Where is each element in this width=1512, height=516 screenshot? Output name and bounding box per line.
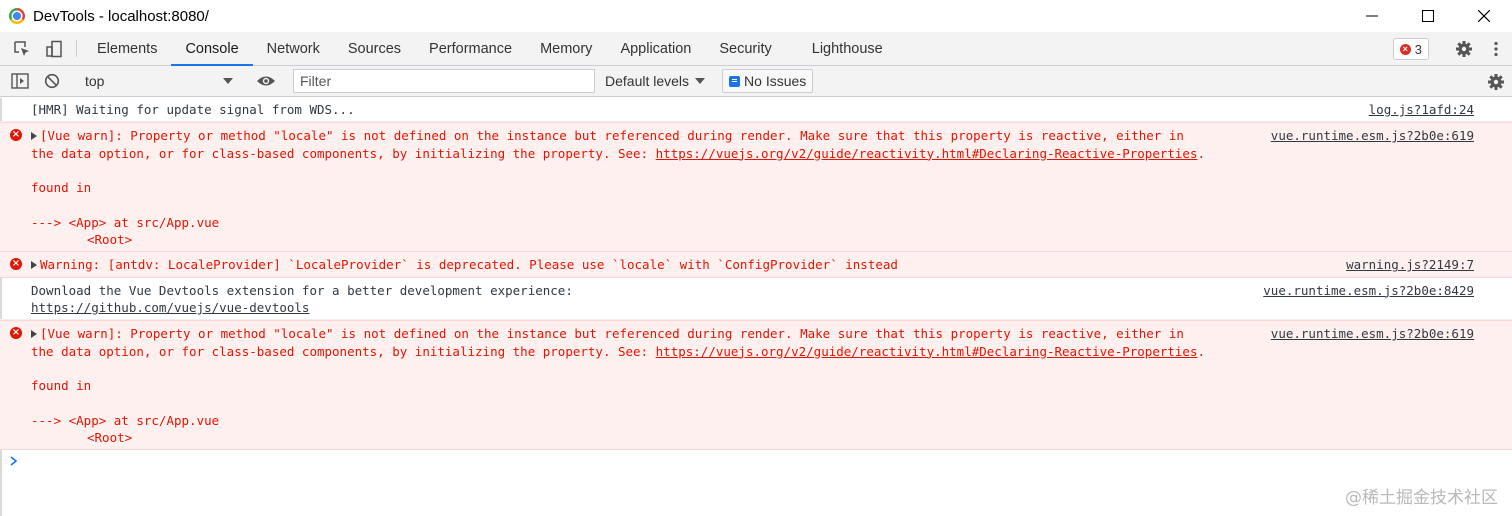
eye-icon (257, 76, 275, 86)
source-link[interactable]: warning.js?2149:7 (1340, 256, 1474, 274)
tab-application[interactable]: Application (606, 32, 705, 65)
devtools-link[interactable]: https://github.com/vuejs/vue-devtools (31, 300, 309, 315)
show-sidebar-button[interactable] (4, 73, 36, 89)
error-icon: × (10, 258, 22, 271)
error-icon: × (10, 129, 22, 142)
expand-triangle-icon[interactable] (31, 330, 37, 339)
inspect-cursor-icon (14, 40, 29, 56)
docs-link[interactable]: https://vuejs.org/v2/guide/reactivity.ht… (656, 146, 1198, 161)
kebab-menu-icon (1494, 41, 1498, 57)
console-settings-button[interactable] (1480, 73, 1512, 91)
inspect-element-button[interactable] (6, 32, 38, 65)
error-count-badge[interactable]: × 3 (1392, 38, 1429, 60)
close-button[interactable] (1456, 0, 1512, 32)
minimize-button[interactable] (1344, 0, 1400, 32)
log-levels-dropdown[interactable]: Default levels (605, 73, 706, 89)
source-link[interactable]: log.js?1afd:24 (1363, 101, 1474, 118)
watermark: @稀土掘金技术社区 (1345, 488, 1498, 508)
console-message-error: × [Vue warn]: Property or method "locale… (0, 320, 1512, 451)
component-trace: ---> <App> at src/App.vue (31, 412, 220, 428)
live-expression-button[interactable] (250, 74, 282, 88)
console-message-log: [HMR] Waiting for update signal from WDS… (0, 97, 1512, 123)
console-prompt-input[interactable] (0, 450, 1512, 472)
expand-triangle-icon[interactable] (31, 132, 37, 141)
more-options-button[interactable] (1480, 41, 1512, 57)
docs-link[interactable]: https://vuejs.org/v2/guide/reactivity.ht… (656, 344, 1198, 359)
console-message-log: Download the Vue Devtools extension for … (0, 278, 1512, 321)
message-text: found in (31, 180, 92, 196)
maximize-button[interactable] (1400, 0, 1456, 32)
window-titlebar: DevTools - localhost:8080/ (0, 0, 1512, 32)
tab-lighthouse[interactable]: Lighthouse (798, 32, 897, 65)
issues-icon (729, 75, 741, 87)
tab-performance[interactable]: Performance (415, 32, 526, 65)
tab-elements[interactable]: Elements (83, 32, 171, 65)
console-toolbar: top Filter Default levels No Issues (0, 66, 1512, 97)
message-text: Warning: [antdv: LocaleProvider] `Locale… (40, 257, 898, 273)
prompt-chevron-icon (10, 456, 18, 466)
context-select[interactable]: top (77, 70, 241, 92)
message-text: [HMR] Waiting for update signal from WDS… (31, 102, 355, 117)
filter-placeholder: Filter (300, 73, 332, 89)
message-text: [Vue warn]: Property or method "locale" … (40, 128, 1184, 144)
source-link[interactable]: vue.runtime.esm.js?2b0e:619 (1264, 325, 1474, 343)
context-select-value: top (85, 73, 105, 89)
log-levels-label: Default levels (605, 73, 690, 89)
tab-security[interactable]: Security (705, 32, 785, 65)
close-icon (1478, 10, 1490, 22)
gear-icon (1488, 73, 1504, 90)
window-controls (1344, 0, 1512, 32)
block-icon (44, 73, 60, 89)
issues-label: No Issues (744, 73, 807, 89)
devtools-tabbar: Elements Console Network Sources Perform… (0, 32, 1512, 66)
message-text: the data option, or for class-based comp… (31, 343, 656, 359)
console-messages: [HMR] Waiting for update signal from WDS… (0, 97, 1512, 472)
error-count: 3 (1414, 41, 1422, 57)
toolbar-divider (76, 40, 77, 57)
component-trace: <Root> (87, 430, 133, 446)
maximize-icon (1422, 10, 1434, 22)
expand-triangle-icon[interactable] (31, 261, 37, 270)
message-text: . (1197, 343, 1206, 359)
device-toolbar-button[interactable] (38, 32, 70, 65)
source-link[interactable]: vue.runtime.esm.js?2b0e:619 (1264, 127, 1474, 145)
console-message-error: × [Vue warn]: Property or method "locale… (0, 122, 1512, 253)
tab-network[interactable]: Network (253, 32, 334, 65)
chrome-logo-icon (9, 8, 25, 24)
clear-console-button[interactable] (36, 73, 68, 89)
console-message-error: × Warning: [antdv: LocaleProvider] `Loca… (0, 252, 1512, 278)
message-text: found in (31, 378, 92, 394)
dropdown-arrow-icon (695, 78, 706, 84)
error-icon: × (10, 327, 22, 340)
message-text: [Vue warn]: Property or method "locale" … (40, 326, 1184, 342)
message-text: the data option, or for class-based comp… (31, 145, 656, 161)
console-toolbar-right (1471, 66, 1512, 97)
component-trace: <Root> (87, 232, 133, 248)
tab-sources[interactable]: Sources (334, 32, 415, 65)
sidebar-toggle-icon (11, 73, 29, 89)
device-mobile-icon (46, 40, 62, 57)
gear-icon (1456, 41, 1472, 57)
message-text: . (1197, 145, 1206, 161)
tab-memory[interactable]: Memory (526, 32, 606, 65)
filter-input[interactable]: Filter (293, 69, 595, 93)
error-icon: × (1399, 43, 1411, 55)
issues-button[interactable]: No Issues (722, 69, 814, 93)
window-title: DevTools - localhost:8080/ (33, 7, 209, 25)
minimize-icon (1366, 15, 1378, 17)
source-link[interactable]: vue.runtime.esm.js?2b0e:8429 (1257, 282, 1474, 299)
tab-console[interactable]: Console (171, 32, 253, 66)
tabbar-right-actions: × 3 (1392, 32, 1512, 66)
component-trace: ---> <App> at src/App.vue (31, 214, 220, 230)
settings-button[interactable] (1448, 40, 1480, 58)
dropdown-arrow-icon (223, 78, 233, 84)
